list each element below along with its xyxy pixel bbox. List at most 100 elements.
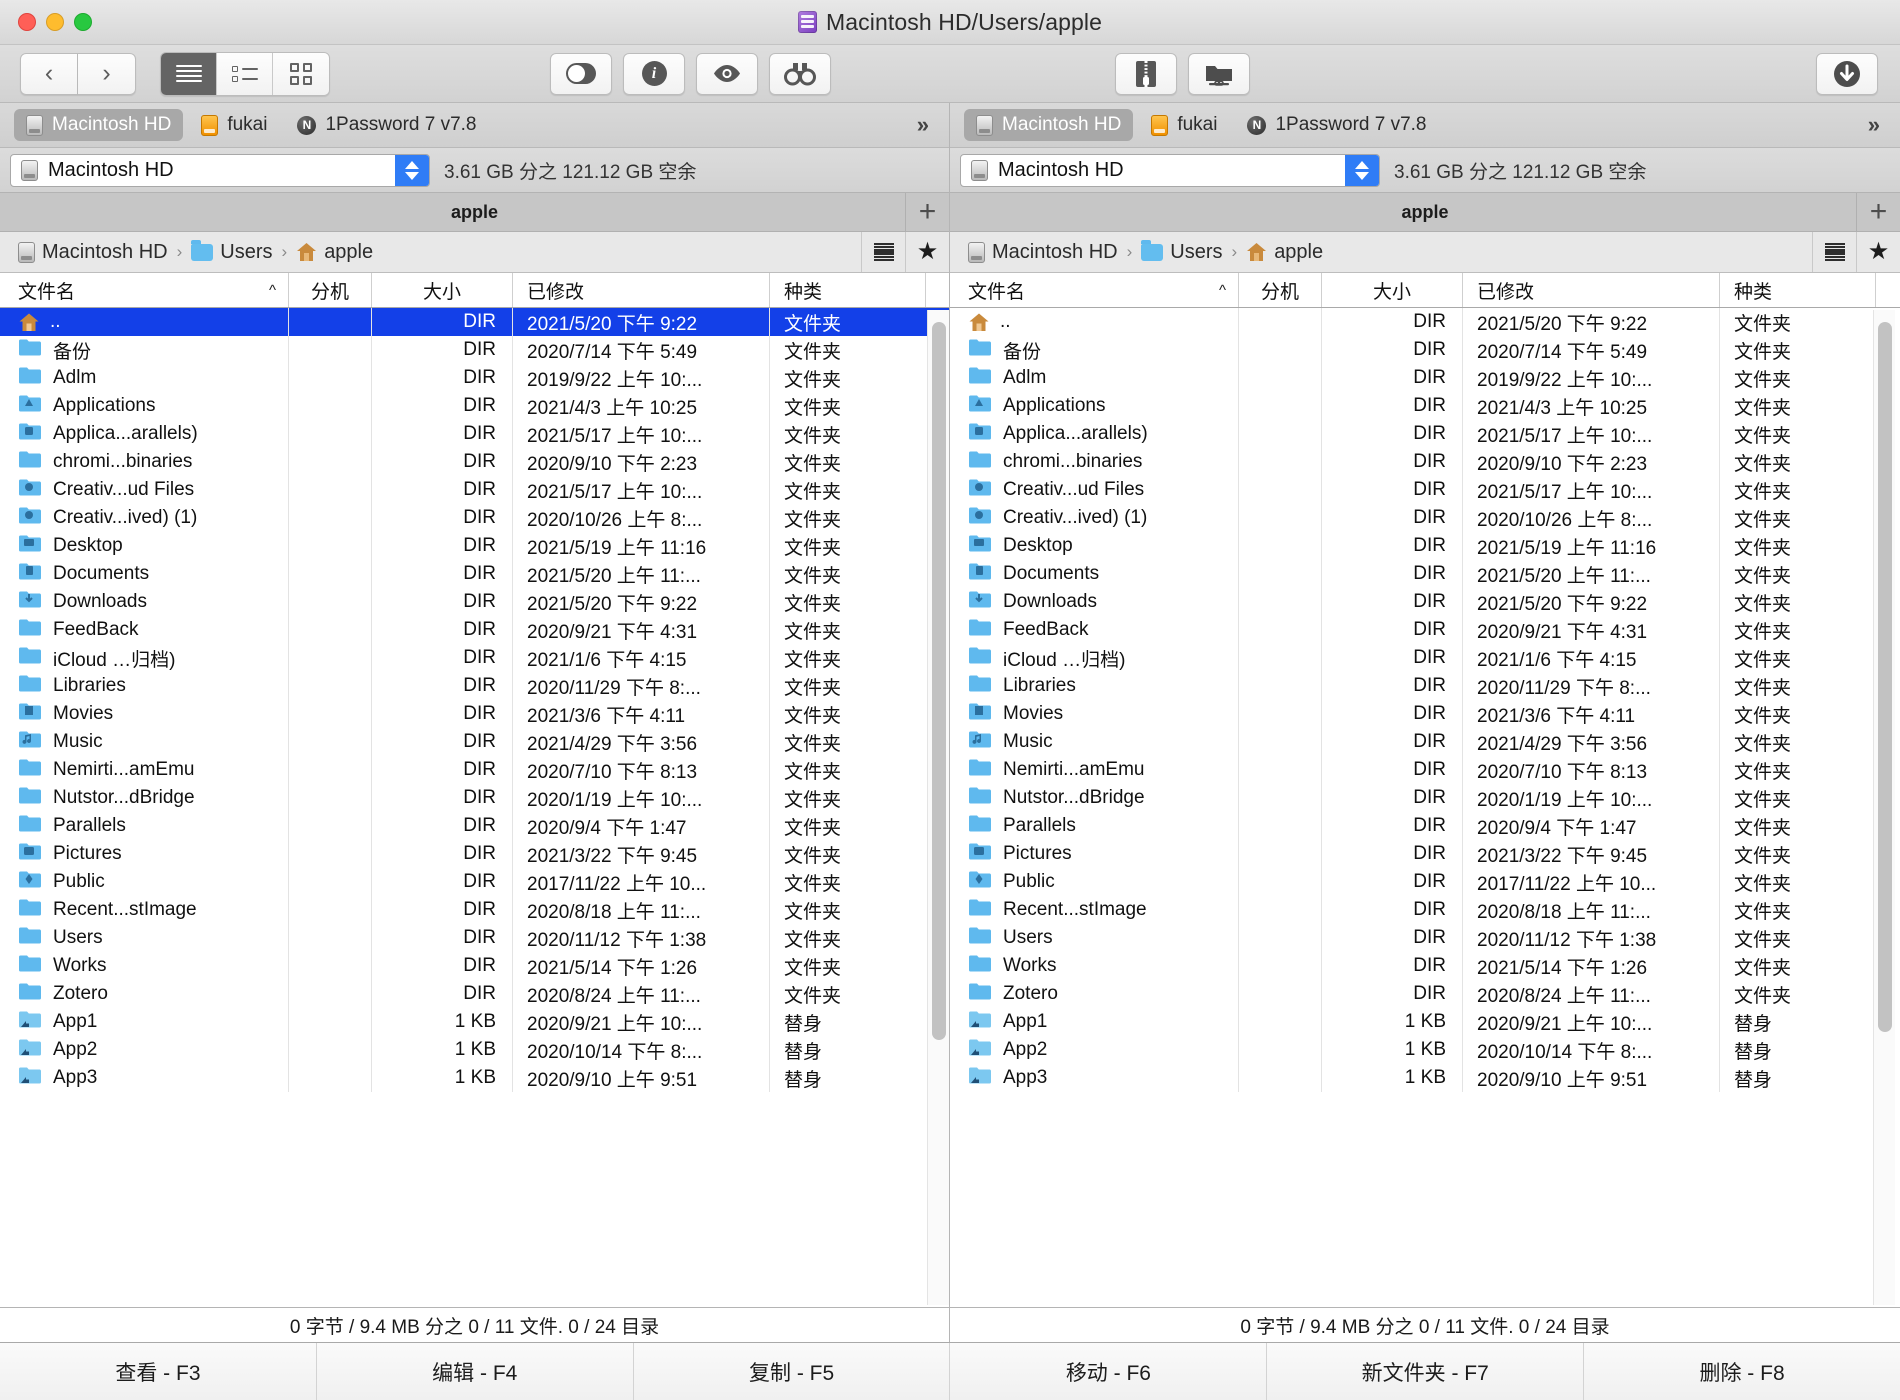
table-row[interactable]: App3 1 KB 2020/9/10 上午 9:51 替身 [950,1064,1900,1092]
table-row[interactable]: Nemirti...amEmu DIR 2020/7/10 下午 8:13 文件夹 [0,756,949,784]
right-tab-macintosh-hd[interactable]: Macintosh HD [964,109,1134,141]
back-button[interactable]: ‹ [20,52,78,95]
table-row[interactable]: .. DIR 2021/5/20 下午 9:22 文件夹 [950,308,1900,336]
right-drive-select[interactable]: Macintosh HD [960,153,1380,187]
right-col-name[interactable]: 文件名 ^ [950,273,1239,307]
table-row[interactable]: Downloads DIR 2021/5/20 下午 9:22 文件夹 [950,588,1900,616]
left-col-ext[interactable]: 分机 [289,273,372,307]
left-col-kind[interactable]: 种类 [770,273,926,307]
table-row[interactable]: Creativ...ud Files DIR 2021/5/17 上午 10:...… [950,476,1900,504]
fn-copy-button[interactable]: 复制 - F5 [634,1343,951,1400]
table-row[interactable]: Public DIR 2017/11/22 上午 10... 文件夹 [950,868,1900,896]
fn-move-button[interactable]: 移动 - F6 [950,1343,1268,1400]
left-tab-1password[interactable]: N 1Password 7 v7.8 [285,109,488,141]
table-row[interactable]: Zotero DIR 2020/8/24 上午 11:... 文件夹 [950,980,1900,1008]
detail-view-button[interactable] [217,52,273,95]
table-row[interactable]: Applica...arallels) DIR 2021/5/17 上午 10:..… [0,420,949,448]
right-file-list[interactable]: .. DIR 2021/5/20 下午 9:22 文件夹 备份 DIR 2020/7/14 … [950,308,1900,1307]
table-row[interactable]: Nemirti...amEmu DIR 2020/7/10 下午 8:13 文件夹 [950,756,1900,784]
table-row[interactable]: Adlm DIR 2019/9/22 上午 10:... 文件夹 [0,364,949,392]
left-file-list[interactable]: .. DIR 2021/5/20 下午 9:22 文件夹 备份 DIR 2020/7/14 … [0,308,949,1307]
fn-delete-button[interactable]: 删除 - F8 [1584,1343,1900,1400]
right-col-kind[interactable]: 种类 [1720,273,1876,307]
left-tabs-overflow-button[interactable]: » [917,112,929,138]
table-row[interactable]: iCloud …归档) DIR 2021/1/6 下午 4:15 文件夹 [950,644,1900,672]
list-view-button[interactable] [161,52,217,95]
table-row[interactable]: Music DIR 2021/4/29 下午 3:56 文件夹 [950,728,1900,756]
table-row[interactable]: Movies DIR 2021/3/6 下午 4:11 文件夹 [0,700,949,728]
table-row[interactable]: Adlm DIR 2019/9/22 上午 10:... 文件夹 [950,364,1900,392]
minimize-window-button[interactable] [46,13,64,31]
right-favorites-button[interactable]: ★ [1856,232,1900,272]
connect-server-button[interactable] [1188,52,1250,95]
close-window-button[interactable] [18,13,36,31]
right-col-modified[interactable]: 已修改 [1463,273,1720,307]
table-row[interactable]: Pictures DIR 2021/3/22 下午 9:45 文件夹 [0,840,949,868]
table-row[interactable]: Applications DIR 2021/4/3 上午 10:25 文件夹 [950,392,1900,420]
table-row[interactable]: Recent...stImage DIR 2020/8/18 上午 11:... 文件… [950,896,1900,924]
table-row[interactable]: Desktop DIR 2021/5/19 上午 11:16 文件夹 [950,532,1900,560]
table-row[interactable]: FeedBack DIR 2020/9/21 下午 4:31 文件夹 [0,616,949,644]
table-row[interactable]: Public DIR 2017/11/22 上午 10... 文件夹 [0,868,949,896]
table-row[interactable]: Zotero DIR 2020/8/24 上午 11:... 文件夹 [0,980,949,1008]
table-row[interactable]: .. DIR 2021/5/20 下午 9:22 文件夹 [0,308,949,336]
fn-new-folder-button[interactable]: 新文件夹 - F7 [1267,1343,1585,1400]
table-row[interactable]: chromi...binaries DIR 2020/9/10 下午 2:23 文件夹 [950,448,1900,476]
left-scrollbar-thumb[interactable] [932,322,946,1040]
table-row[interactable]: Parallels DIR 2020/9/4 下午 1:47 文件夹 [0,812,949,840]
left-new-tab-button[interactable]: + [905,193,949,231]
table-row[interactable]: App1 1 KB 2020/9/21 上午 10:... 替身 [0,1008,949,1036]
left-drive-select[interactable]: Macintosh HD [10,153,430,187]
right-tabs-overflow-button[interactable]: » [1868,112,1880,138]
table-row[interactable]: App3 1 KB 2020/9/10 上午 9:51 替身 [0,1064,949,1092]
table-row[interactable]: Desktop DIR 2021/5/19 上午 11:16 文件夹 [0,532,949,560]
table-row[interactable]: App2 1 KB 2020/10/14 下午 8:... 替身 [950,1036,1900,1064]
right-scrollbar[interactable] [1873,310,1895,1305]
left-drive-stepper[interactable] [395,154,429,186]
table-row[interactable]: Downloads DIR 2021/5/20 下午 9:22 文件夹 [0,588,949,616]
left-col-name[interactable]: 文件名 ^ [0,273,289,307]
left-favorites-button[interactable]: ★ [905,232,949,272]
right-drive-stepper[interactable] [1345,154,1379,186]
table-row[interactable]: Users DIR 2020/11/12 下午 1:38 文件夹 [950,924,1900,952]
table-row[interactable]: Creativ...ived) (1) DIR 2020/10/26 上午 8:..… [0,504,949,532]
table-row[interactable]: 备份 DIR 2020/7/14 下午 5:49 文件夹 [0,336,949,364]
table-row[interactable]: App1 1 KB 2020/9/21 上午 10:... 替身 [950,1008,1900,1036]
table-row[interactable]: Recent...stImage DIR 2020/8/18 上午 11:... 文件… [0,896,949,924]
right-tab-fukai[interactable]: fukai [1139,109,1229,141]
table-row[interactable]: Documents DIR 2021/5/20 上午 11:... 文件夹 [950,560,1900,588]
table-row[interactable]: Works DIR 2021/5/14 下午 1:26 文件夹 [950,952,1900,980]
right-breadcrumb-macintosh-hd[interactable]: Macintosh HD [968,241,1118,264]
table-row[interactable]: 备份 DIR 2020/7/14 下午 5:49 文件夹 [950,336,1900,364]
dark-mode-toggle-button[interactable] [550,52,612,95]
table-row[interactable]: Creativ...ived) (1) DIR 2020/10/26 上午 8:..… [950,504,1900,532]
right-breadcrumb-users[interactable]: Users [1141,239,1223,264]
left-path-list-button[interactable] [861,232,905,272]
right-col-ext[interactable]: 分机 [1239,273,1322,307]
fn-edit-button[interactable]: 编辑 - F4 [317,1343,634,1400]
right-tab-1password[interactable]: N 1Password 7 v7.8 [1235,109,1438,141]
left-tab-macintosh-hd[interactable]: Macintosh HD [14,109,184,141]
download-button[interactable] [1816,52,1878,95]
fn-view-button[interactable]: 查看 - F3 [0,1343,317,1400]
table-row[interactable]: iCloud …归档) DIR 2021/1/6 下午 4:15 文件夹 [0,644,949,672]
table-row[interactable]: Documents DIR 2021/5/20 上午 11:... 文件夹 [0,560,949,588]
left-breadcrumb-users[interactable]: Users [191,239,273,264]
quicklook-button[interactable] [696,52,758,95]
left-col-size[interactable]: 大小 [372,273,513,307]
table-row[interactable]: Nutstor...dBridge DIR 2020/1/19 上午 10:... 文… [0,784,949,812]
table-row[interactable]: Music DIR 2021/4/29 下午 3:56 文件夹 [0,728,949,756]
table-row[interactable]: Applications DIR 2021/4/3 上午 10:25 文件夹 [0,392,949,420]
right-breadcrumb-apple[interactable]: apple [1246,241,1323,264]
grid-view-button[interactable] [273,52,329,95]
right-new-tab-button[interactable]: + [1856,193,1900,231]
left-folder-tab-label[interactable]: apple [451,202,498,223]
table-row[interactable]: chromi...binaries DIR 2020/9/10 下午 2:23 文件夹 [0,448,949,476]
compress-button[interactable] [1115,52,1177,95]
table-row[interactable]: Libraries DIR 2020/11/29 下午 8:... 文件夹 [950,672,1900,700]
table-row[interactable]: Nutstor...dBridge DIR 2020/1/19 上午 10:... 文… [950,784,1900,812]
left-scrollbar[interactable] [927,310,949,1305]
table-row[interactable]: FeedBack DIR 2020/9/21 下午 4:31 文件夹 [950,616,1900,644]
table-row[interactable]: Movies DIR 2021/3/6 下午 4:11 文件夹 [950,700,1900,728]
right-scrollbar-thumb[interactable] [1878,322,1892,1032]
